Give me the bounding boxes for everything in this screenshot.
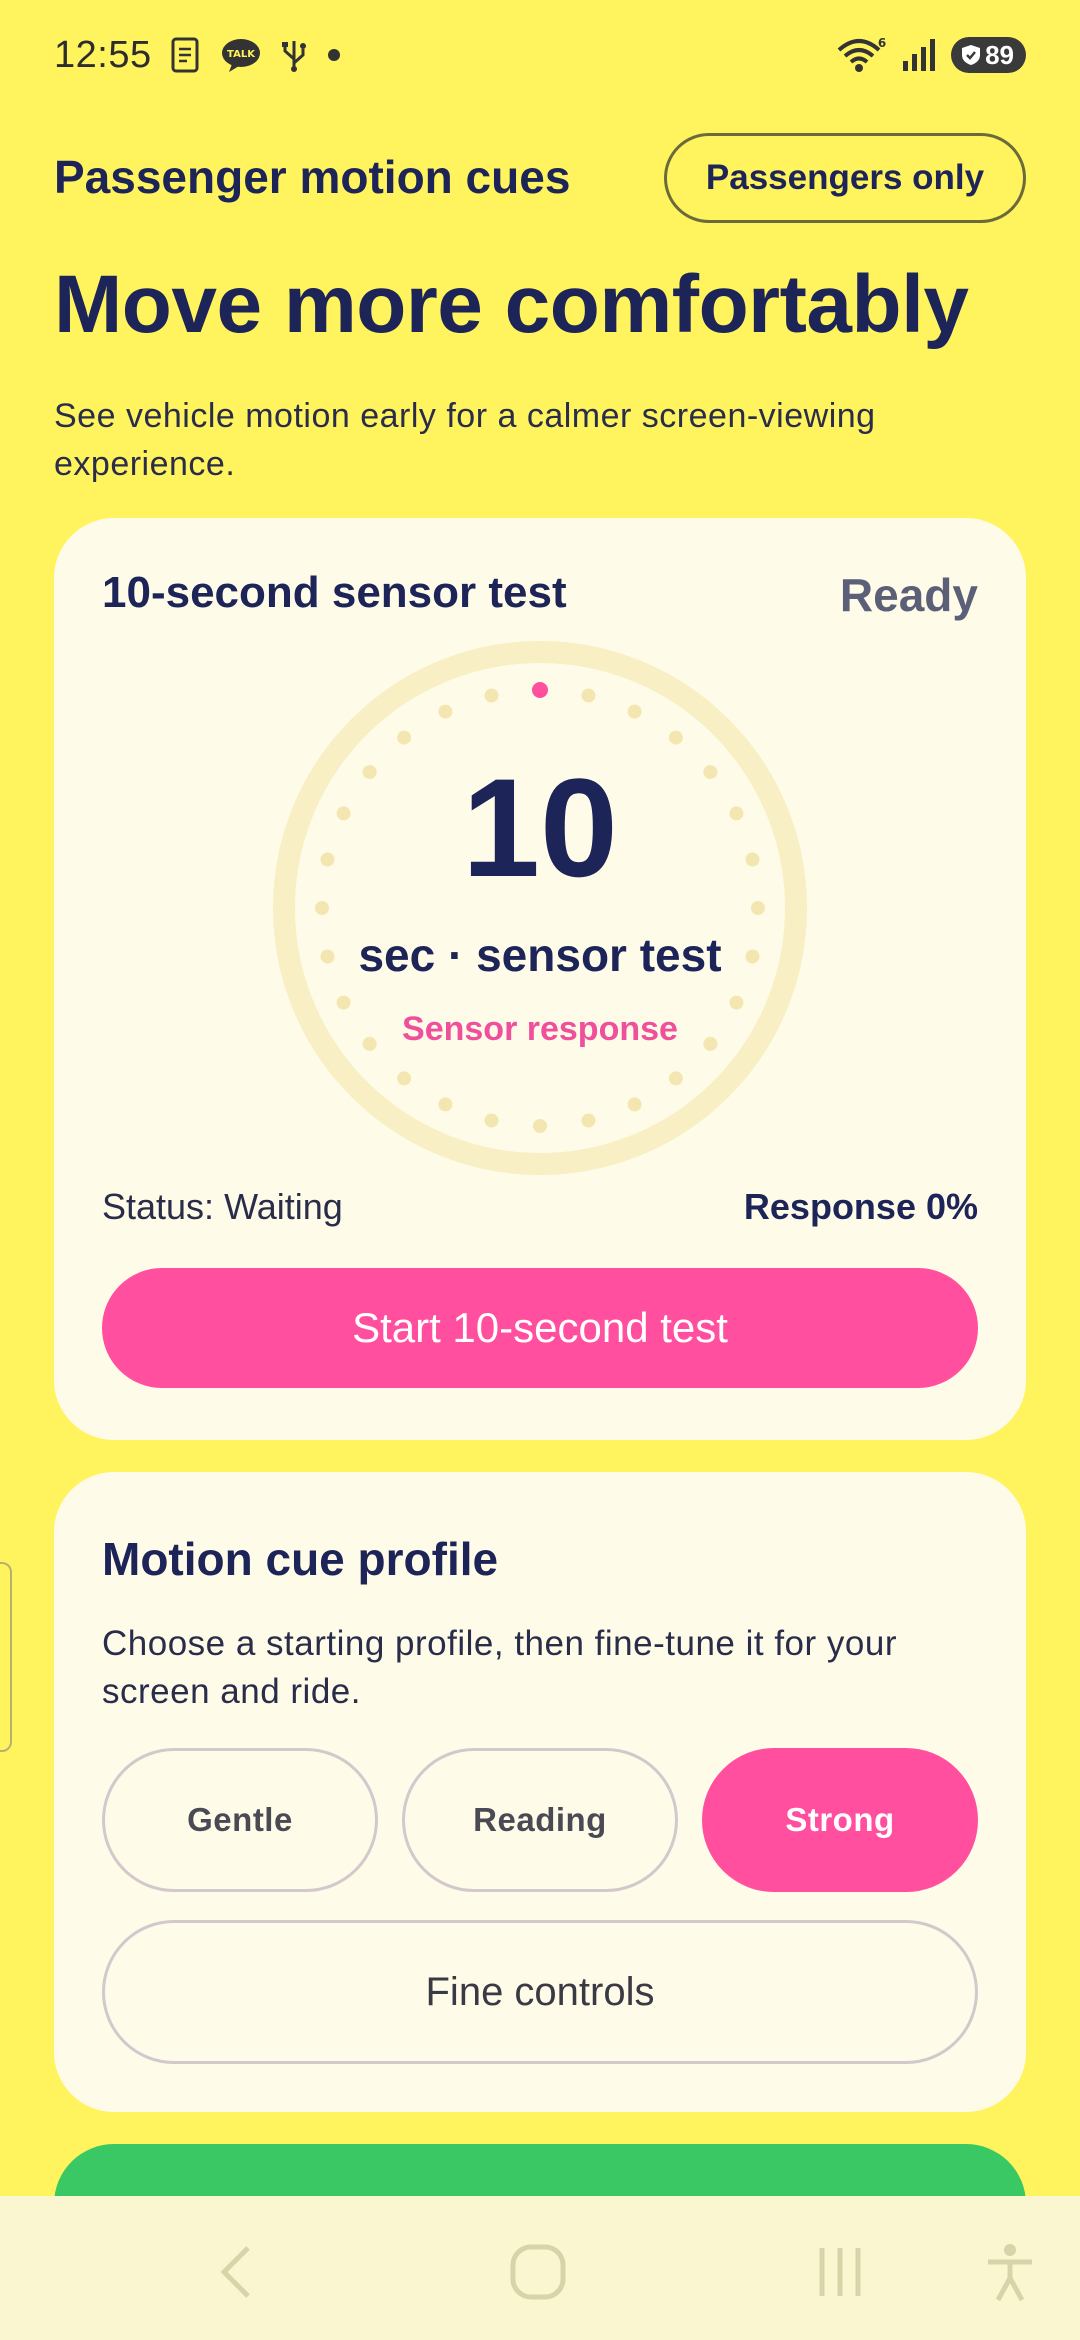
sensor-response-label: Sensor response	[402, 1010, 678, 1048]
dial-tick	[668, 1071, 683, 1086]
dial-tick	[438, 704, 453, 719]
fine-controls-button[interactable]: Fine controls	[102, 1920, 978, 2064]
status-bar: 12:55 TALK 6 89	[0, 0, 1080, 110]
dial-tick	[751, 901, 765, 915]
home-icon[interactable]	[502, 2236, 574, 2308]
dial-tick	[315, 901, 329, 915]
dial-tick	[627, 704, 642, 719]
countdown-unit: sec · sensor test	[358, 929, 722, 981]
dial-active-tick	[532, 682, 548, 698]
recents-icon[interactable]	[804, 2236, 876, 2308]
dial-tick	[668, 730, 683, 745]
dial-tick	[581, 1113, 596, 1128]
start-test-button[interactable]: Start 10-second test	[102, 1268, 978, 1388]
signal-icon	[901, 37, 937, 73]
dial-ring	[273, 641, 807, 1175]
dial-tick	[533, 1119, 547, 1133]
countdown-dial: 10 sec · sensor test Sensor response	[270, 638, 810, 1178]
dial-tick	[581, 688, 596, 703]
dial-tick	[397, 1071, 412, 1086]
profile-description: Choose a starting profile, then fine-tun…	[102, 1624, 897, 1711]
profile-gentle-button[interactable]: Gentle	[102, 1748, 378, 1892]
dot-icon	[326, 47, 342, 63]
battery-level: 89	[985, 39, 1014, 70]
profile-title: Motion cue profile	[102, 1533, 499, 1585]
status-bar-right: 6 89	[837, 36, 1026, 74]
dial-tick	[729, 995, 744, 1010]
battery-shield-icon	[962, 45, 981, 65]
page-subline: See vehicle motion early for a calmer sc…	[54, 397, 876, 483]
passengers-only-badge[interactable]: Passengers only	[664, 133, 1026, 223]
navigation-bar	[0, 2196, 1080, 2340]
dial-tick	[336, 995, 351, 1010]
usb-icon	[280, 37, 308, 73]
dial-tick	[484, 1113, 499, 1128]
back-icon[interactable]	[200, 2236, 272, 2308]
wifi-icon: 6	[837, 36, 887, 74]
profile-reading-button[interactable]: Reading	[402, 1748, 678, 1892]
sensor-test-title: 10-second sensor test	[102, 568, 567, 617]
app-title: Passenger motion cues	[54, 151, 571, 203]
edge-panel-handle[interactable]	[0, 1562, 12, 1752]
talk-icon: TALK	[220, 37, 262, 73]
countdown-number: 10	[462, 749, 618, 906]
sensor-test-state: Ready	[839, 569, 978, 621]
dial-graphic	[273, 641, 807, 1175]
dial-tick	[627, 1097, 642, 1112]
accessibility-icon[interactable]	[974, 2236, 1046, 2308]
motion-profile-card: Motion cue profile Choose a starting pro…	[54, 1472, 1026, 2112]
screen: 12:55 TALK 6 89 Passenger motion cues Pa…	[0, 0, 1080, 2340]
page-headline: Move more comfortably	[54, 259, 969, 350]
wifi-badge: 6	[878, 36, 886, 50]
talk-icon-label: TALK	[227, 49, 256, 60]
sensor-test-card: 10-second sensor test Ready 10 sec · sen…	[54, 518, 1026, 1440]
dial-tick	[397, 730, 412, 745]
status-text: Status: Waiting	[102, 1186, 343, 1227]
status-time: 12:55	[54, 33, 152, 76]
dial-tick	[484, 688, 499, 703]
response-text: Response 0%	[743, 1186, 978, 1227]
dial-tick	[438, 1097, 453, 1112]
battery-indicator: 89	[951, 37, 1026, 73]
status-bar-left: 12:55 TALK	[54, 34, 342, 77]
document-icon	[170, 37, 202, 73]
profile-strong-button[interactable]: Strong	[702, 1748, 978, 1892]
